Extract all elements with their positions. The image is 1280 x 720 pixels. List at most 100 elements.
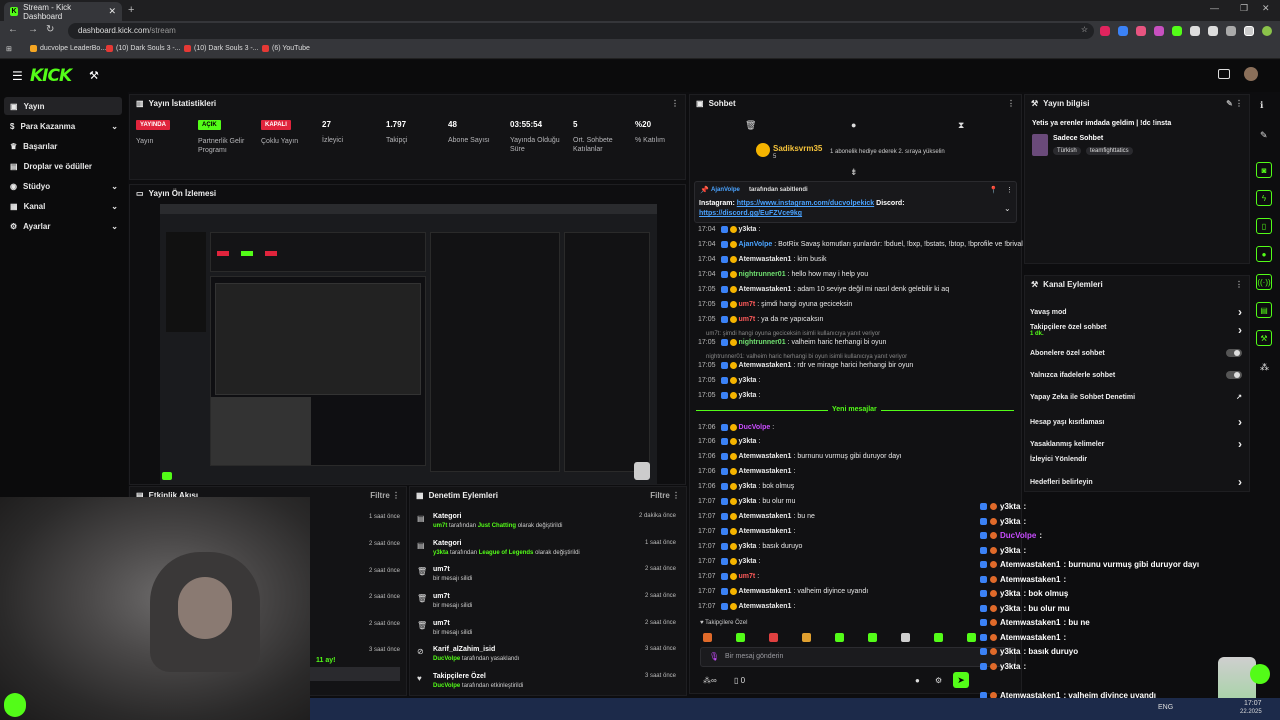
chat-message[interactable]: 17:05 um7t: şimdi hangi oyuna geciceksin: [698, 301, 852, 308]
back-icon[interactable]: ←: [8, 24, 18, 35]
chat-message[interactable]: 17:05 nightrunner01: valheim haric herhan…: [698, 339, 886, 346]
chat-username[interactable]: AjanVolpe: [739, 241, 773, 248]
settings-icon[interactable]: ⚙: [935, 676, 942, 685]
stream-tag[interactable]: Türkish: [1053, 147, 1081, 155]
layout-icon[interactable]: [1218, 69, 1230, 79]
profile-avatar[interactable]: [1262, 26, 1272, 36]
chat-username[interactable]: Atemwastaken1: [739, 453, 792, 460]
wrench-icon[interactable]: ⚒: [89, 69, 99, 82]
chat-message[interactable]: 17:04 nightrunner01: hello how may i help…: [698, 271, 868, 278]
chevron-right-icon[interactable]: ›: [1238, 323, 1242, 337]
unpin-icon[interactable]: 📍: [989, 186, 998, 194]
sidebar-item-ayarlar[interactable]: ⚙ Ayarlar ⌄: [4, 217, 122, 235]
chat-message[interactable]: 17:07 Atemwastaken1:: [698, 603, 795, 610]
emote-icon[interactable]: [703, 633, 712, 642]
bookmark-item[interactable]: (10) Dark Souls 3 -...: [106, 45, 181, 52]
bookmark-item[interactable]: (10) Dark Souls 3 -...: [184, 45, 259, 52]
stream-tag[interactable]: teamfighttatics: [1086, 147, 1133, 155]
mod-action-item[interactable]: ▤ Kategori um7t tarafından Just Chatting o…: [412, 513, 682, 537]
emote-icon[interactable]: [901, 633, 910, 642]
rail-button-calendar[interactable]: ▤: [1256, 302, 1272, 318]
chevron-right-icon[interactable]: ›: [1238, 475, 1242, 489]
sidebar-item-basarilar[interactable]: ♛ Başarılar: [4, 137, 122, 155]
chat-message[interactable]: 17:06 y3kta:: [698, 438, 760, 445]
chat-message[interactable]: 17:04 Atemwastaken1: kim busik: [698, 256, 827, 263]
info-icon[interactable]: ℹ: [1260, 100, 1263, 111]
kick-logo[interactable]: KICK: [30, 66, 72, 86]
channel-action-item[interactable]: İzleyici Yönlendir: [1030, 456, 1242, 463]
chat-username[interactable]: y3kta: [739, 483, 757, 490]
more-options-icon[interactable]: ⋮: [1007, 99, 1015, 108]
nodes-icon[interactable]: ⁂: [1260, 362, 1269, 373]
bookmark-item[interactable]: ducvolpe LeaderBo...: [30, 45, 106, 52]
chat-message[interactable]: 17:07 Atemwastaken1: valheim diyince uyan…: [698, 588, 868, 595]
rail-button-bolt[interactable]: ϟ: [1256, 190, 1272, 206]
chat-message[interactable]: 17:05 y3kta:: [698, 392, 760, 399]
chat-message[interactable]: 17:05 Atemwastaken1: adam 10 seviye değil…: [698, 286, 949, 293]
mod-action-item[interactable]: ♥ Takipçilere Özel DucVolpe tarafından etk…: [412, 673, 682, 697]
maximize-icon[interactable]: ❐: [1240, 3, 1248, 14]
chat-message[interactable]: 17:06 Atemwastaken1: burnunu vurmuş gibi …: [698, 453, 902, 460]
toggle-switch[interactable]: [1226, 349, 1242, 357]
mod-action-item[interactable]: 🗑 um7t bir mesajı silidi 2 saat önce: [412, 566, 682, 590]
mod-action-item[interactable]: 🗑 um7t bir mesajı silidi 2 saat önce: [412, 620, 682, 644]
apps-icon[interactable]: ⊞: [6, 45, 12, 53]
chat-message[interactable]: 17:07 y3kta: bu olur mu: [698, 498, 795, 505]
chevron-right-icon[interactable]: ›: [1238, 415, 1242, 429]
rail-button-signal[interactable]: ((·)): [1256, 274, 1272, 290]
channel-action-item[interactable]: Yalnızca ifadelerle sohbet: [1030, 371, 1242, 379]
channel-action-item[interactable]: Yapay Zeka ile Sohbet Denetimi ↗: [1030, 393, 1242, 402]
chat-username[interactable]: y3kta: [739, 498, 757, 505]
emote-icon[interactable]: [802, 633, 811, 642]
chat-message[interactable]: 17:07 y3kta: basık duruyo: [698, 543, 802, 550]
new-tab-icon[interactable]: +: [128, 4, 134, 16]
edit-icon[interactable]: ✎ ⋮: [1226, 99, 1243, 108]
browser-tab[interactable]: K Stream - Kick Dashboard ✕: [4, 2, 122, 21]
language-indicator[interactable]: ENG: [1158, 704, 1173, 711]
minimize-icon[interactable]: —: [1210, 3, 1219, 13]
chat-username[interactable]: Atemwastaken1: [739, 603, 792, 610]
chat-username[interactable]: um7t: [739, 573, 756, 580]
chat-username[interactable]: y3kta: [739, 392, 757, 399]
chat-message[interactable]: 17:05 um7t: ya da ne yapıcaksın: [698, 316, 823, 323]
close-tab-icon[interactable]: ✕: [108, 6, 116, 17]
sidebar-item-studyo[interactable]: ◉ Stüdyo ⌄: [4, 177, 122, 195]
extension-icon[interactable]: [1100, 26, 1110, 36]
rail-button-doc[interactable]: ▯: [1256, 218, 1272, 234]
emote-icon[interactable]: [835, 633, 844, 642]
chat-username[interactable]: y3kta: [739, 226, 757, 233]
download-icon[interactable]: [1244, 26, 1254, 36]
rail-button-wrench[interactable]: ⚒: [1256, 330, 1272, 346]
sidebar-item-kanal[interactable]: ▦ Kanal ⌄: [4, 197, 122, 215]
channel-action-item[interactable]: Hesap yaşı kısıtlaması ›: [1030, 415, 1242, 429]
send-button[interactable]: ➤: [953, 672, 969, 688]
stream-preview-video[interactable]: [160, 204, 657, 484]
chat-message[interactable]: 17:06 y3kta: bok olmuş: [698, 483, 794, 490]
close-window-icon[interactable]: ✕: [1262, 3, 1270, 14]
chat-username[interactable]: Atemwastaken1: [739, 588, 792, 595]
chat-username[interactable]: um7t: [739, 316, 756, 323]
filter-button[interactable]: Filtre ⋮: [650, 491, 680, 500]
sidepanel-icon[interactable]: [1226, 26, 1236, 36]
rail-button-camera[interactable]: ◙: [1256, 162, 1272, 178]
chat-username[interactable]: y3kta: [739, 543, 757, 550]
chat-username[interactable]: DucVolpe: [739, 424, 771, 431]
filter-button[interactable]: Filtre ⋮: [370, 491, 400, 500]
more-options-icon[interactable]: ⋮: [1235, 280, 1243, 289]
extension-icon[interactable]: [1136, 26, 1146, 36]
chat-message[interactable]: 17:06 Atemwastaken1:: [698, 468, 795, 475]
mod-action-item[interactable]: 🗑 um7t bir mesajı silidi 2 saat önce: [412, 593, 682, 617]
emote-icon[interactable]: [967, 633, 976, 642]
hamburger-menu-icon[interactable]: ☰: [12, 69, 23, 83]
extension-icon[interactable]: [1118, 26, 1128, 36]
extension-icon[interactable]: [1172, 26, 1182, 36]
pinned-by[interactable]: AjanVolpe: [711, 187, 740, 193]
discord-link[interactable]: https://discord.gg/EuFZVce9kg: [699, 210, 802, 217]
external-link-icon[interactable]: ↗: [1236, 393, 1242, 401]
chat-username[interactable]: nightrunner01: [739, 271, 786, 278]
chat-message[interactable]: 17:06 DucVolpe:: [698, 424, 774, 431]
chevron-right-icon[interactable]: ›: [1238, 437, 1242, 451]
chat-username[interactable]: Atemwastaken1: [739, 528, 792, 535]
mod-action-item[interactable]: ⊘ Karif_alZahim_isid DucVolpe tarafından y…: [412, 646, 682, 670]
reload-icon[interactable]: ↻: [46, 24, 54, 35]
